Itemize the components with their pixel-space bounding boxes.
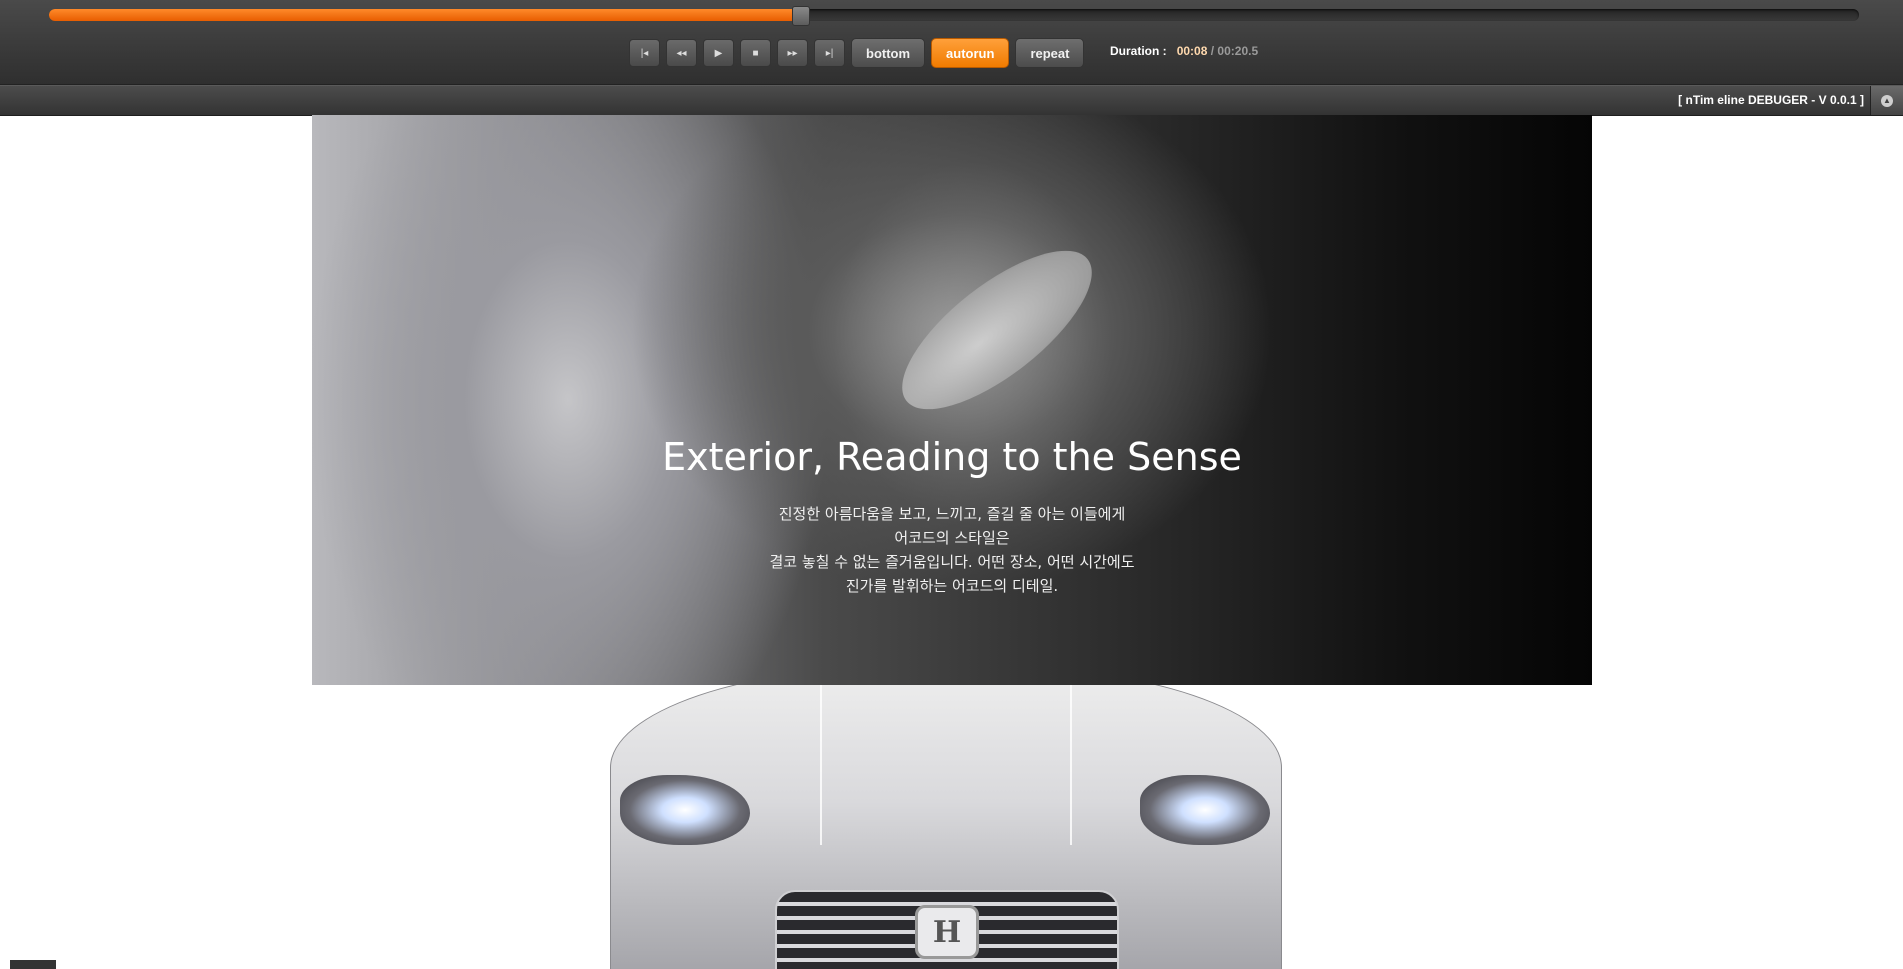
- hero-description: 진정한 아름다움을 보고, 느끼고, 즐길 줄 아는 이들에게 어코드의 스타일…: [312, 502, 1592, 598]
- debugger-title: [ nTim eline DEBUGER - V 0.0.1 ]: [1678, 93, 1864, 107]
- car-emblem-logo: H: [915, 905, 979, 959]
- fast-forward-button[interactable]: ▸▸: [777, 39, 808, 67]
- rewind-button[interactable]: ◂◂: [666, 39, 697, 67]
- timeline-debugger-panel: |◂ ◂◂ ▶ ■ ▸▸ ▸| bottom autorun repeat Du…: [0, 0, 1903, 85]
- hero-line: 진정한 아름다움을 보고, 느끼고, 즐길 줄 아는 이들에게: [778, 505, 1126, 523]
- stop-button[interactable]: ■: [740, 39, 771, 67]
- timeline-scrubber[interactable]: [49, 6, 1859, 26]
- duration-current: 00:08: [1176, 44, 1208, 58]
- duration-label: Duration :: [1110, 44, 1167, 58]
- duration-readout: Duration : 00:08 / 00:20.5: [1110, 44, 1258, 58]
- hood-highlight: [820, 685, 822, 845]
- skip-to-end-icon: ▸|: [825, 47, 834, 59]
- hero-title: Exterior, Reading to the Sense: [662, 435, 1242, 479]
- play-button[interactable]: ▶: [703, 39, 734, 67]
- collapse-icon: ▲: [1881, 94, 1893, 107]
- car-front-image: H: [600, 685, 1290, 969]
- skip-to-start-icon: |◂: [640, 47, 649, 59]
- stop-icon: ■: [752, 47, 759, 59]
- corner-tab[interactable]: [10, 960, 56, 969]
- bottom-toggle-button[interactable]: bottom: [851, 38, 926, 68]
- debugger-title-bar: [ nTim eline DEBUGER - V 0.0.1 ] ▲: [0, 85, 1903, 116]
- play-icon: ▶: [714, 47, 723, 59]
- hero-line: 어코드의 스타일은: [894, 529, 1010, 547]
- first-frame-button[interactable]: |◂: [629, 39, 660, 67]
- duration-separator: /: [1210, 44, 1215, 58]
- duration-total: 00:20.5: [1217, 44, 1259, 58]
- timeline-progress-fill: [49, 9, 801, 21]
- hero-banner: Exterior, Reading to the Sense 진정한 아름다움을…: [312, 115, 1592, 685]
- collapse-button[interactable]: ▲: [1870, 86, 1903, 115]
- rewind-icon: ◂◂: [676, 47, 687, 59]
- timeline-handle[interactable]: [792, 6, 811, 26]
- fast-forward-icon: ▸▸: [787, 47, 798, 59]
- autorun-toggle-button[interactable]: autorun: [931, 38, 1010, 68]
- playback-controls: |◂ ◂◂ ▶ ■ ▸▸ ▸| bottom autorun repeat: [629, 38, 1085, 68]
- hero-line: 결코 놓칠 수 없는 즐거움입니다. 어떤 장소, 어떤 시간에도: [769, 553, 1135, 571]
- hood-highlight: [1070, 685, 1072, 845]
- last-frame-button[interactable]: ▸|: [814, 39, 845, 67]
- repeat-toggle-button[interactable]: repeat: [1015, 38, 1085, 68]
- hero-line: 진가를 발휘하는 어코드의 디테일.: [845, 577, 1059, 595]
